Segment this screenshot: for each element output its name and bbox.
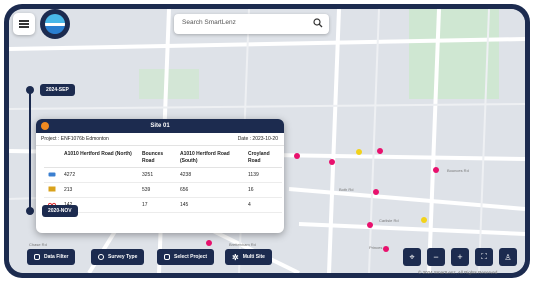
table-cell: 656 [176,182,244,198]
copyright-text: © 2024 SmartLenz, All Rights Reserved [418,270,498,275]
data-filter-button[interactable]: Data Filter [27,249,76,265]
popup-project: Project : ENF1076b Edmonton [41,136,109,142]
fullscreen-icon: ⛶ [481,252,487,261]
zoom-in-button[interactable]: + [451,248,469,266]
count-table: A1010 Hertford Road (North) Bounces Road… [44,149,282,213]
marker-site[interactable] [294,153,300,159]
timeline-label-top: 2024-SEP [40,84,75,96]
table-cell: 4272 [60,167,138,183]
marker-site[interactable] [356,149,362,155]
table-cell: 1139 [244,167,282,183]
user-icon: ♙ [504,252,512,262]
smartlenz-logo [40,9,70,39]
project-icon [164,254,170,260]
table-row: 142 17 145 4 [44,197,282,213]
table-cell: 16 [244,182,282,198]
plus-icon: + [457,252,463,262]
timeline-track [29,88,31,208]
locate-icon: ⌖ [409,251,415,262]
table-row: 213 539 656 16 [44,182,282,198]
column-header: Bounces Road [138,149,176,168]
locate-button[interactable]: ⌖ [403,248,421,266]
user-button[interactable]: ♙ [499,248,517,266]
timeline-handle-bottom[interactable] [26,207,34,215]
marker-site[interactable] [373,189,379,195]
table-cell: 3251 [138,167,176,183]
multi-site-button[interactable]: ✲ Multi Site [225,249,272,265]
marker-site[interactable] [367,222,373,228]
search-icon[interactable] [313,18,323,28]
hamburger-icon [19,23,29,25]
table-cell: 4238 [176,167,244,183]
map-label-carlisle: Carlisle Rd [379,218,399,223]
menu-button[interactable] [13,13,35,35]
table-cell: 4 [244,197,282,213]
minus-icon: − [433,252,439,262]
table-cell: 213 [60,182,138,198]
marker-site[interactable] [433,167,439,173]
popup-date: Date : 2023-10-20 [237,136,278,142]
fullscreen-button[interactable]: ⛶ [475,248,493,266]
timeline-handle-top[interactable] [26,86,34,94]
app-frame: Bounces Rd Both Rd Carlisle Rd Chase Rd … [4,4,530,278]
filter-icon [34,254,40,260]
search-input[interactable]: Search SmartLenz [182,19,236,26]
marker-site[interactable] [421,217,427,223]
table-cell: 17 [138,197,176,213]
marker-site[interactable] [329,159,335,165]
column-header: A1010 Hertford Road (South) [176,149,244,168]
map-label-chase: Chase Rd [29,242,47,247]
map-label-brettenham: Brettenham Rd [229,242,256,247]
search-bar[interactable]: Search SmartLenz [174,14,329,34]
select-project-button[interactable]: Select Project [157,249,215,265]
column-header: Croyland Road [244,149,282,168]
table-cell: 539 [138,182,176,198]
timeline-label-bottom: 2020-NOV [42,205,78,217]
column-header: A1010 Hertford Road (North) [60,149,138,168]
multi-site-icon: ✲ [232,252,239,262]
map-label-bounces-rd: Bounces Rd [447,168,469,173]
map-label-both-rd: Both Rd [339,187,353,192]
table-cell: 145 [176,197,244,213]
marker-site[interactable] [383,246,389,252]
table-row: 4272 3251 4238 1139 [44,167,282,183]
survey-type-button[interactable]: Survey Type [91,249,145,265]
survey-icon [98,254,104,260]
car-icon [44,167,60,183]
zoom-out-button[interactable]: − [427,248,445,266]
marker-site[interactable] [377,148,383,154]
marker-site[interactable] [206,240,212,246]
popup-title: Site 01 [150,123,170,129]
truck-icon [44,182,60,198]
